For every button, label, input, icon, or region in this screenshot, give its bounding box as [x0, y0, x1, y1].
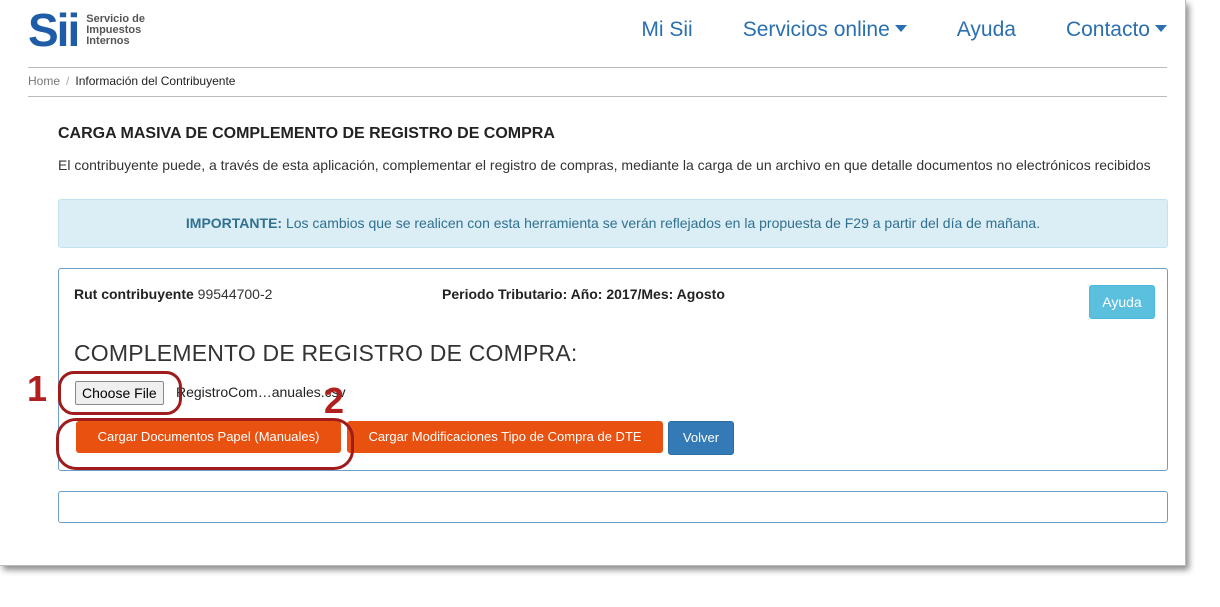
chevron-down-icon: [894, 25, 907, 32]
alert-text: Los cambios que se realicen con esta her…: [282, 215, 1041, 231]
rut-value: 99544700-2: [197, 286, 273, 302]
selected-file-name: RegistroCom…anuales.csv: [176, 384, 346, 400]
periodo-tributario: Periodo Tributario: Año: 2017/Mes: Agost…: [442, 286, 725, 302]
section-title: COMPLEMENTO DE REGISTRO DE COMPRA:: [74, 340, 578, 366]
top-nav: Mi Sii Servicios online Ayuda Contacto: [641, 18, 1167, 42]
breadcrumb-home[interactable]: Home: [28, 74, 60, 88]
annotation-number-2: 2: [324, 380, 345, 421]
page-title: CARGA MASIVA DE COMPLEMENTO DE REGISTRO …: [58, 125, 555, 142]
breadcrumb-current: Información del Contribuyente: [75, 74, 236, 88]
nav-servicios-online[interactable]: Servicios online: [743, 18, 907, 42]
annotation-circle-1: [58, 371, 182, 415]
page-description: El contribuyente puede, a través de esta…: [58, 157, 1151, 173]
nav-mi-sii[interactable]: Mi Sii: [641, 18, 692, 42]
divider: [28, 67, 1167, 68]
annotation-circle-2: [56, 418, 354, 470]
browser-page: Sii Servicio de Impuestos Internos Mi Si…: [0, 0, 1186, 566]
sii-logo[interactable]: Sii Servicio de Impuestos Internos: [28, 4, 145, 56]
results-panel: [58, 491, 1168, 523]
volver-button[interactable]: Volver: [668, 421, 734, 455]
annotation-number-1: 1: [27, 368, 48, 409]
cargar-modificaciones-button[interactable]: Cargar Modificaciones Tipo de Compra de …: [347, 421, 663, 453]
sii-logo-text: Servicio de Impuestos Internos: [86, 12, 145, 47]
alert-label: IMPORTANTE:: [185, 215, 283, 231]
sii-logo-mark: Sii: [28, 4, 80, 56]
nav-ayuda[interactable]: Ayuda: [957, 18, 1016, 42]
rut-info: Rut contribuyente 99544700-2: [74, 286, 272, 302]
chevron-down-icon: [1155, 25, 1167, 32]
rut-label: Rut contribuyente: [74, 286, 194, 302]
nav-contacto[interactable]: Contacto: [1066, 18, 1167, 42]
breadcrumb: Home / Información del Contribuyente: [28, 74, 235, 88]
breadcrumb-separator: /: [66, 74, 70, 88]
ayuda-button[interactable]: Ayuda: [1089, 285, 1155, 319]
important-alert: IMPORTANTE: Los cambios que se realicen …: [58, 199, 1168, 248]
divider: [28, 96, 1167, 97]
